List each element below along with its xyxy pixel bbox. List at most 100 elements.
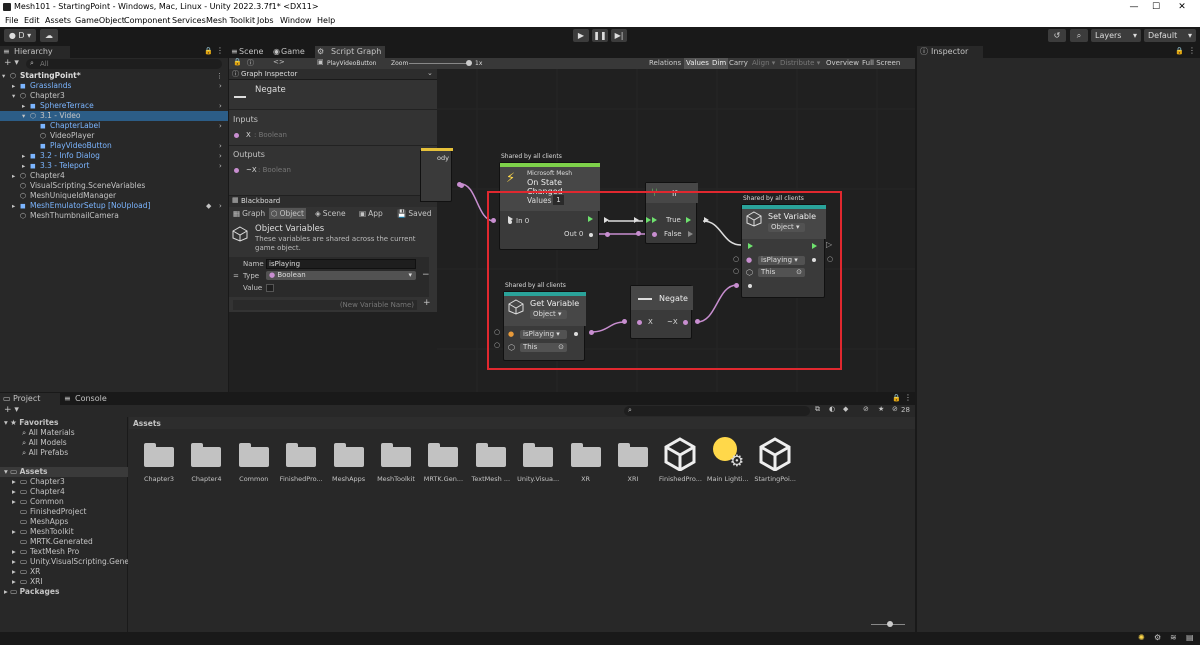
asset-item[interactable]: MeshApps xyxy=(325,437,373,487)
zoom-slider-handle[interactable] xyxy=(466,60,472,66)
tab-script-graph[interactable]: ⚙ Script Graph xyxy=(315,46,385,58)
hierarchy-row[interactable]: ⬡ MeshThumbnailCamera xyxy=(0,211,228,221)
menu-gameobject[interactable]: GameObject xyxy=(75,14,125,27)
hierarchy-row[interactable]: ▾ ⬡ Chapter3 xyxy=(0,91,228,101)
asset-folder-row[interactable]: ▸ ▭ TextMesh Pro xyxy=(0,547,128,557)
asset-folder-row[interactable]: ▭ MeshApps xyxy=(0,517,128,527)
tab-scene[interactable]: ≡ Scene xyxy=(229,46,269,58)
play-icon[interactable]: ▶ xyxy=(573,29,589,42)
asset-item[interactable]: MeshToolkit xyxy=(372,437,420,487)
zoom-slider-track[interactable] xyxy=(409,63,471,64)
hierarchy-search-input[interactable]: ⌕ All xyxy=(26,59,222,69)
hierarchy-row[interactable]: ⬡ VisualScripting.SceneVariables xyxy=(0,181,228,191)
graph-breadcrumb[interactable]: PlayVideoButton xyxy=(327,60,376,67)
hierarchy-row[interactable]: ⬡ MeshUniqueIdManager xyxy=(0,191,228,201)
search-scope-icon[interactable]: ⧉ xyxy=(815,405,820,414)
layers-dropdown[interactable]: Layers ▾ xyxy=(1091,29,1141,42)
blackboard-tab-graph[interactable]: ▦ Graph xyxy=(231,208,267,219)
hierarchy-row[interactable]: ▸ ◼ 3.3 - Teleport › xyxy=(0,161,228,171)
favorite-item[interactable]: ⌕ All Materials xyxy=(0,428,75,438)
chevron-down-icon[interactable]: ▾ xyxy=(2,71,5,81)
asset-folder-row[interactable]: ▭ MRTK.Generated xyxy=(0,537,128,547)
asset-item[interactable]: Common xyxy=(230,437,278,487)
tab-project[interactable]: ▭ Project xyxy=(0,393,60,405)
add-icon[interactable]: + ▾ xyxy=(4,58,19,68)
hierarchy-row[interactable]: ▸ ◼ Grasslands › xyxy=(0,81,228,91)
chevron-right-icon[interactable]: ▸ xyxy=(22,101,25,111)
search-icon[interactable]: ⌕ xyxy=(1070,29,1088,42)
favorite-item[interactable]: ⌕ All Models xyxy=(0,438,67,448)
kebab-menu-icon[interactable]: ⋮ xyxy=(216,46,224,55)
distribute-dropdown[interactable]: Distribute ▾ xyxy=(778,58,822,69)
hierarchy-row[interactable]: ▸ ◼ SphereTerrace › xyxy=(0,101,228,111)
hierarchy-row[interactable]: ▸ ◼ MeshEmulatorSetup [NoUpload] › ◆ xyxy=(0,201,228,211)
asset-folder-row[interactable]: ▸ ▭ Unity.VisualScripting.Genera xyxy=(0,557,128,567)
hierarchy-row[interactable]: ⬡ VideoPlayer xyxy=(0,131,228,141)
add-variable-button[interactable]: + xyxy=(423,298,431,308)
menu-edit[interactable]: Edit xyxy=(24,14,40,27)
remove-variable-button[interactable]: − xyxy=(422,270,430,280)
asset-folder-row[interactable]: ▸ ▭ Common xyxy=(0,497,128,507)
kebab-menu-icon[interactable]: ⋮ xyxy=(216,71,223,81)
lock-icon[interactable]: 🔒 xyxy=(1175,47,1184,55)
align-dropdown[interactable]: Align ▾ xyxy=(750,58,777,69)
layout-dropdown[interactable]: Default ▾ xyxy=(1144,29,1196,42)
hidden-packages-icon[interactable]: ⊘ xyxy=(892,405,898,413)
chevron-right-icon[interactable]: › xyxy=(219,121,222,131)
tab-game[interactable]: ◉ Game xyxy=(271,46,313,58)
collapse-icon[interactable]: ⌄ xyxy=(427,69,433,77)
packages-row[interactable]: ▸ ▭ Packages xyxy=(0,587,59,597)
kebab-menu-icon[interactable]: ⋮ xyxy=(904,393,912,402)
step-icon[interactable]: ▶| xyxy=(611,29,627,42)
drag-handle-icon[interactable]: = xyxy=(233,272,239,280)
menu-mesh-toolkit[interactable]: Mesh Toolkit xyxy=(206,14,255,27)
asset-folder-row[interactable]: ▭ FinishedProject xyxy=(0,507,128,517)
chevron-right-icon[interactable]: ▸ xyxy=(12,201,15,211)
asset-item[interactable]: ⚙ Main Lighti... xyxy=(704,437,752,487)
menu-assets[interactable]: Assets xyxy=(45,14,71,27)
kebab-menu-icon[interactable]: ⋮ xyxy=(1188,46,1196,55)
dim-button[interactable]: Dim xyxy=(710,58,729,69)
chevron-right-icon[interactable]: › xyxy=(219,151,222,161)
blackboard-tab-saved[interactable]: 💾 Saved xyxy=(395,208,434,219)
hierarchy-row[interactable]: ▸ ◼ 3.2 - Info Dialog › xyxy=(0,151,228,161)
lock-icon[interactable]: 🔒 xyxy=(233,58,242,66)
asset-item[interactable]: Chapter4 xyxy=(182,437,230,487)
blackboard-tab-scene[interactable]: ◈ Scene xyxy=(313,208,348,219)
close-button[interactable]: ✕ xyxy=(1172,0,1192,14)
hierarchy-row[interactable]: ▾ ⬡ 3.1 - Video xyxy=(0,111,228,121)
chevron-down-icon[interactable]: ▾ xyxy=(22,111,25,121)
fullscreen-button[interactable]: Full Screen xyxy=(860,58,902,69)
favorites-row[interactable]: ▾ ★ Favorites xyxy=(0,418,58,428)
carry-button[interactable]: Carry xyxy=(727,58,750,69)
thumbnail-size-handle[interactable] xyxy=(887,621,893,627)
chevron-right-icon[interactable]: ▸ xyxy=(12,81,15,91)
chevron-right-icon[interactable]: ▸ xyxy=(22,161,25,171)
variable-type-dropdown[interactable]: ● Boolean ▾ xyxy=(266,271,416,280)
cloud-icon[interactable]: ☁ xyxy=(40,29,58,42)
filter-label-icon[interactable]: ◆ xyxy=(843,405,848,413)
asset-item[interactable]: Unity.Visua... xyxy=(514,437,562,487)
value-checkbox[interactable] xyxy=(266,284,274,292)
chevron-right-icon[interactable]: › xyxy=(219,81,222,91)
filter-type-icon[interactable]: ◐ xyxy=(829,405,835,413)
chevron-down-icon[interactable]: ▾ xyxy=(12,91,15,101)
values-button[interactable]: Values xyxy=(684,58,711,69)
tab-console[interactable]: ≡ Console xyxy=(62,393,112,405)
asset-item[interactable]: Chapter3 xyxy=(135,437,183,487)
add-icon[interactable]: + ▾ xyxy=(4,405,19,415)
menu-services[interactable]: Services xyxy=(172,14,206,27)
asset-item[interactable]: StartingPoi... xyxy=(751,437,799,487)
asset-item[interactable]: MRTK.Gen... xyxy=(419,437,467,487)
hierarchy-row[interactable]: ▾ ⬡ StartingPoint* ⋮ xyxy=(0,71,228,81)
project-search-input[interactable]: ⌕ xyxy=(624,406,810,416)
variable-name-input[interactable]: isPlaying xyxy=(266,259,416,269)
hierarchy-row[interactable]: ◼ ChapterLabel › xyxy=(0,121,228,131)
chevron-right-icon[interactable]: ▸ xyxy=(22,151,25,161)
star-icon[interactable]: ★ xyxy=(878,405,884,413)
blackboard-tab-app[interactable]: ▣ App xyxy=(357,208,385,219)
tab-inspector[interactable]: ⓘ Inspector xyxy=(917,46,983,58)
network-icon[interactable]: ≋ xyxy=(1170,633,1177,642)
info-icon[interactable]: ⓘ xyxy=(247,58,254,68)
menu-component[interactable]: Component xyxy=(124,14,170,27)
